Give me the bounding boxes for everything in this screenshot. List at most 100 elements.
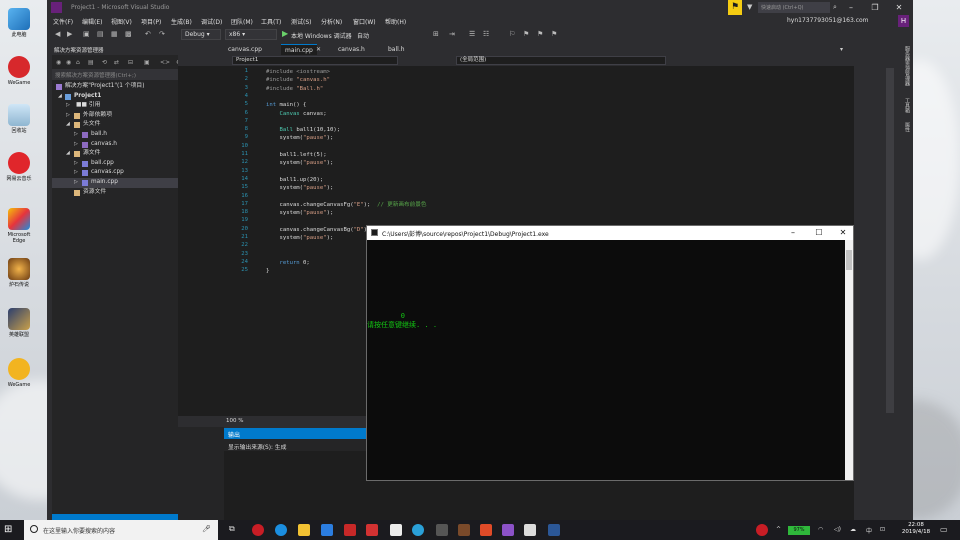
- code-line[interactable]: #include "Ball.h": [266, 85, 323, 93]
- collapsed-arrow-icon[interactable]: ▷: [74, 140, 78, 150]
- forward-icon[interactable]: ▶: [67, 30, 72, 38]
- code-line[interactable]: canvas.changeCanvasFg("E"); // 更新画布前景色: [266, 201, 426, 209]
- code-line[interactable]: system("pause");: [266, 184, 333, 192]
- console-scrollbar-thumb[interactable]: [846, 250, 852, 270]
- menu-team[interactable]: 团队(M): [231, 17, 253, 26]
- console-minimize-button[interactable]: –: [781, 226, 805, 240]
- notification-flag-icon[interactable]: ⚑: [728, 0, 742, 15]
- tab-canvas-h[interactable]: canvas.h: [334, 44, 369, 55]
- comment-icon[interactable]: ☰: [469, 30, 475, 38]
- tray-wegame-icon[interactable]: [756, 524, 768, 536]
- volume-icon[interactable]: ◁): [834, 526, 841, 533]
- app-taskbar-icon[interactable]: [436, 524, 448, 536]
- app-taskbar-icon[interactable]: [390, 524, 402, 536]
- user-avatar[interactable]: H: [898, 15, 909, 27]
- collapsed-arrow-icon[interactable]: ▷: [74, 130, 78, 140]
- title-bar[interactable]: Project1 - Microsoft Visual Studio ⚑ ▼ 快…: [47, 0, 913, 15]
- next-bookmark-icon[interactable]: ⚑: [537, 30, 543, 38]
- desktop-icon-this-pc[interactable]: 此电脑: [2, 8, 36, 38]
- console-window[interactable]: C:\Users\彭博\source\repos\Project1\Debug\…: [366, 225, 854, 481]
- switch-views-icon[interactable]: ▤: [88, 59, 94, 66]
- scope-dropdown[interactable]: (全局范围): [456, 56, 666, 65]
- expanded-arrow-icon[interactable]: ◢: [66, 149, 70, 159]
- collapsed-arrow-icon[interactable]: ▷: [66, 101, 70, 111]
- uncomment-icon[interactable]: ☷: [483, 30, 489, 38]
- attach-icon[interactable]: ⊞: [433, 30, 439, 38]
- cloud-icon[interactable]: ☁: [850, 526, 856, 533]
- zoom-level[interactable]: 100 %: [226, 418, 243, 424]
- project-dropdown[interactable]: Project1: [232, 56, 398, 65]
- back-icon[interactable]: ◉: [56, 59, 61, 66]
- start-debugging-icon[interactable]: ▶: [282, 29, 288, 38]
- task-view-icon[interactable]: ⧉: [229, 524, 235, 534]
- filter-icon[interactable]: ▼: [747, 3, 752, 11]
- editor-vertical-scrollbar[interactable]: [886, 68, 894, 413]
- expanded-arrow-icon[interactable]: ◢: [58, 92, 62, 102]
- tab-list-dropdown-icon[interactable]: ▾: [840, 46, 843, 53]
- menu-edit[interactable]: 编辑(E): [82, 17, 102, 26]
- search-icon[interactable]: ⌕: [833, 3, 837, 12]
- menu-window[interactable]: 窗口(W): [353, 17, 376, 26]
- code-line[interactable]: Ball ball1(10,10);: [266, 126, 340, 134]
- home-icon[interactable]: ⌂: [76, 59, 80, 66]
- save-all-icon[interactable]: ▩: [125, 30, 132, 38]
- sync-icon[interactable]: ⇄: [114, 59, 119, 66]
- word-taskbar-icon[interactable]: [548, 524, 560, 536]
- menu-view[interactable]: 视图(V): [111, 17, 132, 26]
- tray-app-icon[interactable]: ⊡: [880, 526, 885, 533]
- platform-dropdown[interactable]: x86 ▾: [225, 29, 277, 40]
- collapsed-arrow-icon[interactable]: ▷: [74, 178, 78, 188]
- prev-bookmark-icon[interactable]: ⚑: [523, 30, 529, 38]
- server-explorer-tab[interactable]: 服务器资源管理器: [903, 46, 911, 86]
- code-line[interactable]: system("pause");: [266, 134, 333, 142]
- code-line[interactable]: system("pause");: [266, 209, 333, 217]
- code-line[interactable]: system("pause");: [266, 159, 333, 167]
- visual-studio-taskbar-icon[interactable]: [502, 524, 514, 536]
- console-maximize-button[interactable]: ☐: [807, 226, 831, 240]
- code-line[interactable]: ball1.up(20);: [266, 176, 323, 184]
- view-code-icon[interactable]: <>: [160, 59, 170, 66]
- pending-changes-icon[interactable]: ⟲: [102, 59, 107, 66]
- app-taskbar-icon[interactable]: [412, 524, 424, 536]
- app-taskbar-icon[interactable]: [366, 524, 378, 536]
- console-close-button[interactable]: ✕: [831, 226, 855, 240]
- code-line[interactable]: #include <iostream>: [266, 68, 330, 76]
- menu-build[interactable]: 生成(B): [171, 17, 192, 26]
- properties-tab[interactable]: 属性: [903, 122, 911, 132]
- console-scrollbar[interactable]: [845, 240, 853, 480]
- menu-file[interactable]: 文件(F): [53, 17, 73, 26]
- run-debugger-button[interactable]: 本地 Windows 调试器: [291, 31, 352, 40]
- redo-icon[interactable]: ↷: [159, 30, 165, 38]
- menu-analyze[interactable]: 分析(N): [321, 17, 342, 26]
- app-taskbar-icon[interactable]: [458, 524, 470, 536]
- tab-main-cpp[interactable]: main.cpp: [281, 44, 317, 55]
- ime-icon[interactable]: 中: [866, 526, 872, 535]
- clear-bookmarks-icon[interactable]: ⚑: [551, 30, 557, 38]
- microphone-icon[interactable]: 🎤︎: [202, 525, 211, 533]
- undo-icon[interactable]: ↶: [145, 30, 151, 38]
- file-explorer-icon[interactable]: [298, 524, 310, 536]
- menu-debug[interactable]: 调试(D): [201, 17, 222, 26]
- close-button[interactable]: ✕: [887, 1, 911, 14]
- desktop-icon-edge[interactable]: Microsoft Edge: [2, 208, 36, 244]
- user-account[interactable]: hyn1737793051@163.com: [787, 17, 869, 24]
- app-taskbar-icon[interactable]: [480, 524, 492, 536]
- open-file-icon[interactable]: ▤: [97, 30, 104, 38]
- collapse-all-icon[interactable]: ⊟: [128, 59, 133, 66]
- network-icon[interactable]: ◠: [818, 526, 823, 533]
- code-line[interactable]: system("pause");: [266, 234, 333, 242]
- tab-ball-h[interactable]: ball.h: [384, 44, 409, 55]
- quick-launch-input[interactable]: 快速启动 (Ctrl+Q): [758, 2, 830, 13]
- desktop-icon-wegame[interactable]: WeGame: [2, 56, 36, 86]
- maximize-button[interactable]: ❐: [863, 1, 887, 14]
- code-line[interactable]: Canvas canvas;: [266, 110, 326, 118]
- toolbox-tab[interactable]: 工具箱: [903, 98, 911, 113]
- menu-test[interactable]: 测试(S): [291, 17, 312, 26]
- code-line[interactable]: }: [266, 267, 269, 275]
- configuration-dropdown[interactable]: Debug ▾: [181, 29, 221, 40]
- tray-expand-icon[interactable]: ^: [776, 526, 781, 533]
- desktop-icon-lol[interactable]: 英雄联盟: [2, 308, 36, 338]
- collapsed-arrow-icon[interactable]: ▷: [74, 168, 78, 178]
- show-all-files-icon[interactable]: ▣: [144, 59, 150, 66]
- desktop-icon-hearthstone[interactable]: 炉石传说: [2, 258, 36, 288]
